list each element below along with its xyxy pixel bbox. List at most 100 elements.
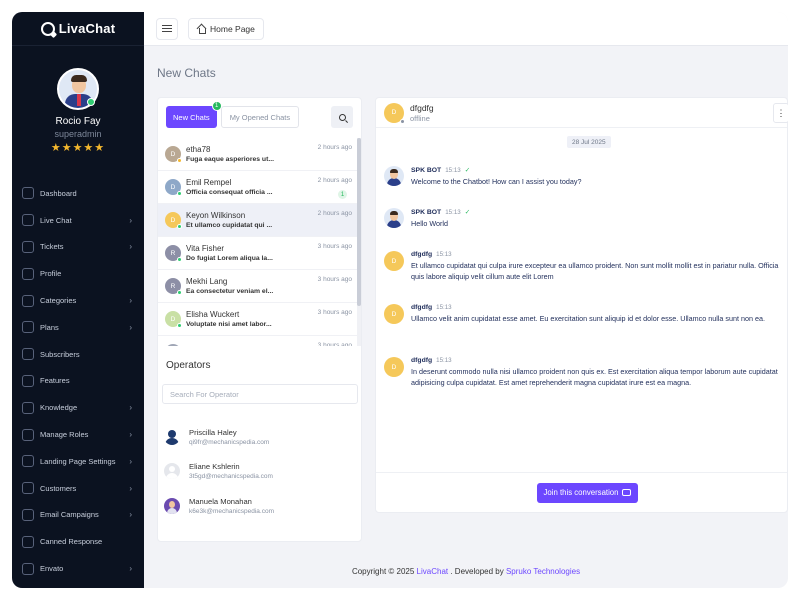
sidebar-item-manage-roles[interactable]: Manage Roles › — [12, 421, 144, 448]
sidebar-item-canned-response[interactable]: Canned Response — [12, 528, 144, 555]
chevron-right-icon: › — [129, 456, 132, 466]
sidebar-item-label: Knowledge — [40, 403, 78, 413]
message-time: 15:13 — [445, 166, 461, 174]
sidebar-item-customers[interactable]: Customers › — [12, 475, 144, 502]
chat-avatar-initial: R — [170, 249, 176, 257]
envato-icon — [22, 562, 34, 575]
chat-list-scroll-thumb[interactable] — [357, 138, 361, 306]
chat-list-item[interactable]: D Emil Rempel Officia consequat officia ..… — [158, 171, 359, 204]
ticket-icon — [22, 240, 34, 253]
sidebar-item-label: Categories — [40, 296, 77, 306]
message-time: 15:13 — [436, 304, 452, 311]
tab-my-opened-chats[interactable]: My Opened Chats — [220, 106, 300, 128]
sidebar-item-label: Manage Roles — [40, 430, 89, 440]
chat-list-item[interactable]: D Elisha Wuckert Voluptate nisi amet labor… — [158, 303, 359, 336]
footer-developed-by: . Developed by — [448, 567, 506, 576]
more-options-icon[interactable]: ⋮ — [773, 103, 788, 123]
sidebar-item-label: Profile — [40, 269, 62, 279]
chat-message: Ddfgdfg 15:13 Ullamco velit anim cupidatat… — [384, 304, 788, 325]
footer-brand-link[interactable]: LivaChat — [417, 567, 449, 576]
chat-icon — [22, 214, 34, 227]
dashboard-icon — [22, 187, 34, 200]
operator-item[interactable]: Eliane Kshlerin 3t5gd@mechanicspedia.com — [162, 456, 358, 486]
sidebar-item-features[interactable]: Features — [12, 368, 144, 395]
chat-avatar: D — [165, 179, 182, 196]
chat-list-item[interactable]: KKari Koch3 hours ago — [158, 336, 359, 346]
app-frame: LivaChat Rocio Fay superadmin ★★★★★ Dash… — [12, 12, 788, 588]
chats-panel: New Chats 1 My Opened Chats Detha78 Fuga … — [157, 97, 362, 542]
chat-list-item[interactable]: R Vita Fisher Do fugiat Lorem aliqua la...… — [158, 237, 359, 270]
sidebar-item-dashboard[interactable]: Dashboard — [12, 180, 144, 207]
chat-list-item[interactable]: D Keyon Wilkinson Et ullamco cupidatat qui… — [158, 204, 359, 237]
operator-search-input[interactable]: Search For Operator — [162, 384, 358, 404]
tab-new-chats-label: New Chats — [173, 112, 210, 122]
chevron-right-icon: › — [129, 242, 132, 252]
new-chats-badge: 1 — [211, 101, 222, 111]
contact-initial: D — [391, 109, 397, 116]
status-dot-icon — [177, 323, 182, 328]
message-sender: dfgdfg — [411, 304, 433, 311]
message-sender: dfgdfg — [411, 357, 433, 364]
sidebar-item-subscribers[interactable]: Subscribers — [12, 341, 144, 368]
chat-message: Ddfgdfg 15:13 In deserunt commodo nulla ni… — [384, 357, 788, 388]
chat-avatar: K — [165, 344, 181, 346]
contact-status: offline — [410, 113, 430, 123]
footer-company-link[interactable]: Spruko Technologies — [506, 567, 580, 576]
operator-item[interactable]: Manuela Monahan k6e3k@mechanicspedia.com — [162, 491, 358, 521]
sidebar-item-tickets[interactable]: Tickets › — [12, 234, 144, 261]
chat-time: 2 hours ago — [317, 144, 352, 151]
chat-time: 2 hours ago — [317, 177, 352, 184]
sidebar-item-email-campaigns[interactable]: Email Campaigns › — [12, 502, 144, 529]
sidebar-item-label: Live Chat — [40, 215, 72, 225]
contact-avatar[interactable]: D — [384, 102, 405, 124]
breadcrumb-home[interactable]: Home Page — [188, 17, 264, 40]
chevron-right-icon: › — [129, 564, 132, 574]
operator-email: qi9fr@mechanicspedia.com — [189, 439, 270, 446]
operator-item[interactable]: Priscilla Haley qi9fr@mechanicspedia.com — [162, 422, 358, 452]
menu-toggle-icon[interactable] — [156, 17, 178, 40]
sidebar-item-label: Landing Page Settings — [40, 456, 116, 466]
sidebar-item-knowledge[interactable]: Knowledge › — [12, 394, 144, 421]
user-avatar: D — [384, 251, 404, 271]
sidebar-item-categories[interactable]: Categories › — [12, 287, 144, 314]
chevron-right-icon: › — [129, 483, 132, 493]
join-conversation-button[interactable]: Join this conversation — [536, 482, 639, 503]
user-avatar: D — [384, 357, 404, 377]
status-dot-icon — [177, 191, 182, 196]
chat-bubble-icon — [622, 489, 632, 496]
sidebar-item-live-chat[interactable]: Live Chat › — [12, 207, 144, 234]
email-icon — [22, 508, 34, 521]
sidebar-item-label: Features — [40, 376, 70, 386]
chat-window: D dfgdfg offline ⋮ 28 Jul 2025 SPK BOT 15… — [375, 97, 788, 513]
chat-list-item[interactable]: R Mekhi Lang Ea consectetur veniam el... 3 … — [158, 270, 359, 303]
message-text: Hello World — [411, 219, 449, 228]
page-title: New Chats — [157, 66, 216, 80]
chat-preview: Et ullamco cupidatat qui ... — [186, 222, 273, 229]
sidebar-item-envato[interactable]: Envato › — [12, 555, 144, 582]
chat-avatar-initial: D — [170, 315, 176, 323]
sidebar: LivaChat Rocio Fay superadmin ★★★★★ Dash… — [12, 12, 144, 588]
chat-avatar: D — [165, 311, 182, 328]
chat-list-item[interactable]: Detha78 Fuga eaque asperiores ut... 2 hour… — [158, 138, 359, 171]
sidebar-item-label: Canned Response — [40, 537, 103, 547]
chat-preview: Do fugiat Lorem aliqua la... — [186, 255, 273, 262]
breadcrumb-label: Home Page — [210, 23, 255, 34]
settings-icon — [22, 455, 34, 468]
sidebar-item-landing-page-settings[interactable]: Landing Page Settings › — [12, 448, 144, 475]
message-sender: dfgdfg — [411, 251, 433, 258]
chat-time: 2 hours ago — [317, 210, 352, 217]
operator-avatar — [164, 498, 180, 514]
date-separator: 28 Jul 2025 — [567, 136, 611, 148]
chat-time: 3 hours ago — [317, 243, 352, 250]
brand-logo[interactable]: LivaChat — [12, 12, 144, 46]
sidebar-item-profile[interactable]: Profile — [12, 260, 144, 287]
chevron-right-icon: › — [129, 215, 132, 225]
chat-search-button[interactable] — [331, 106, 353, 128]
chat-avatar-initial: D — [170, 183, 176, 191]
sidebar-item-plans[interactable]: Plans › — [12, 314, 144, 341]
tab-new-chats[interactable]: New Chats 1 — [166, 101, 222, 128]
operator-name: Manuela Monahan — [189, 497, 252, 506]
subscribers-icon — [22, 348, 34, 361]
operator-name: Eliane Kshlerin — [189, 462, 240, 471]
top-header: Home Page — [144, 12, 788, 46]
